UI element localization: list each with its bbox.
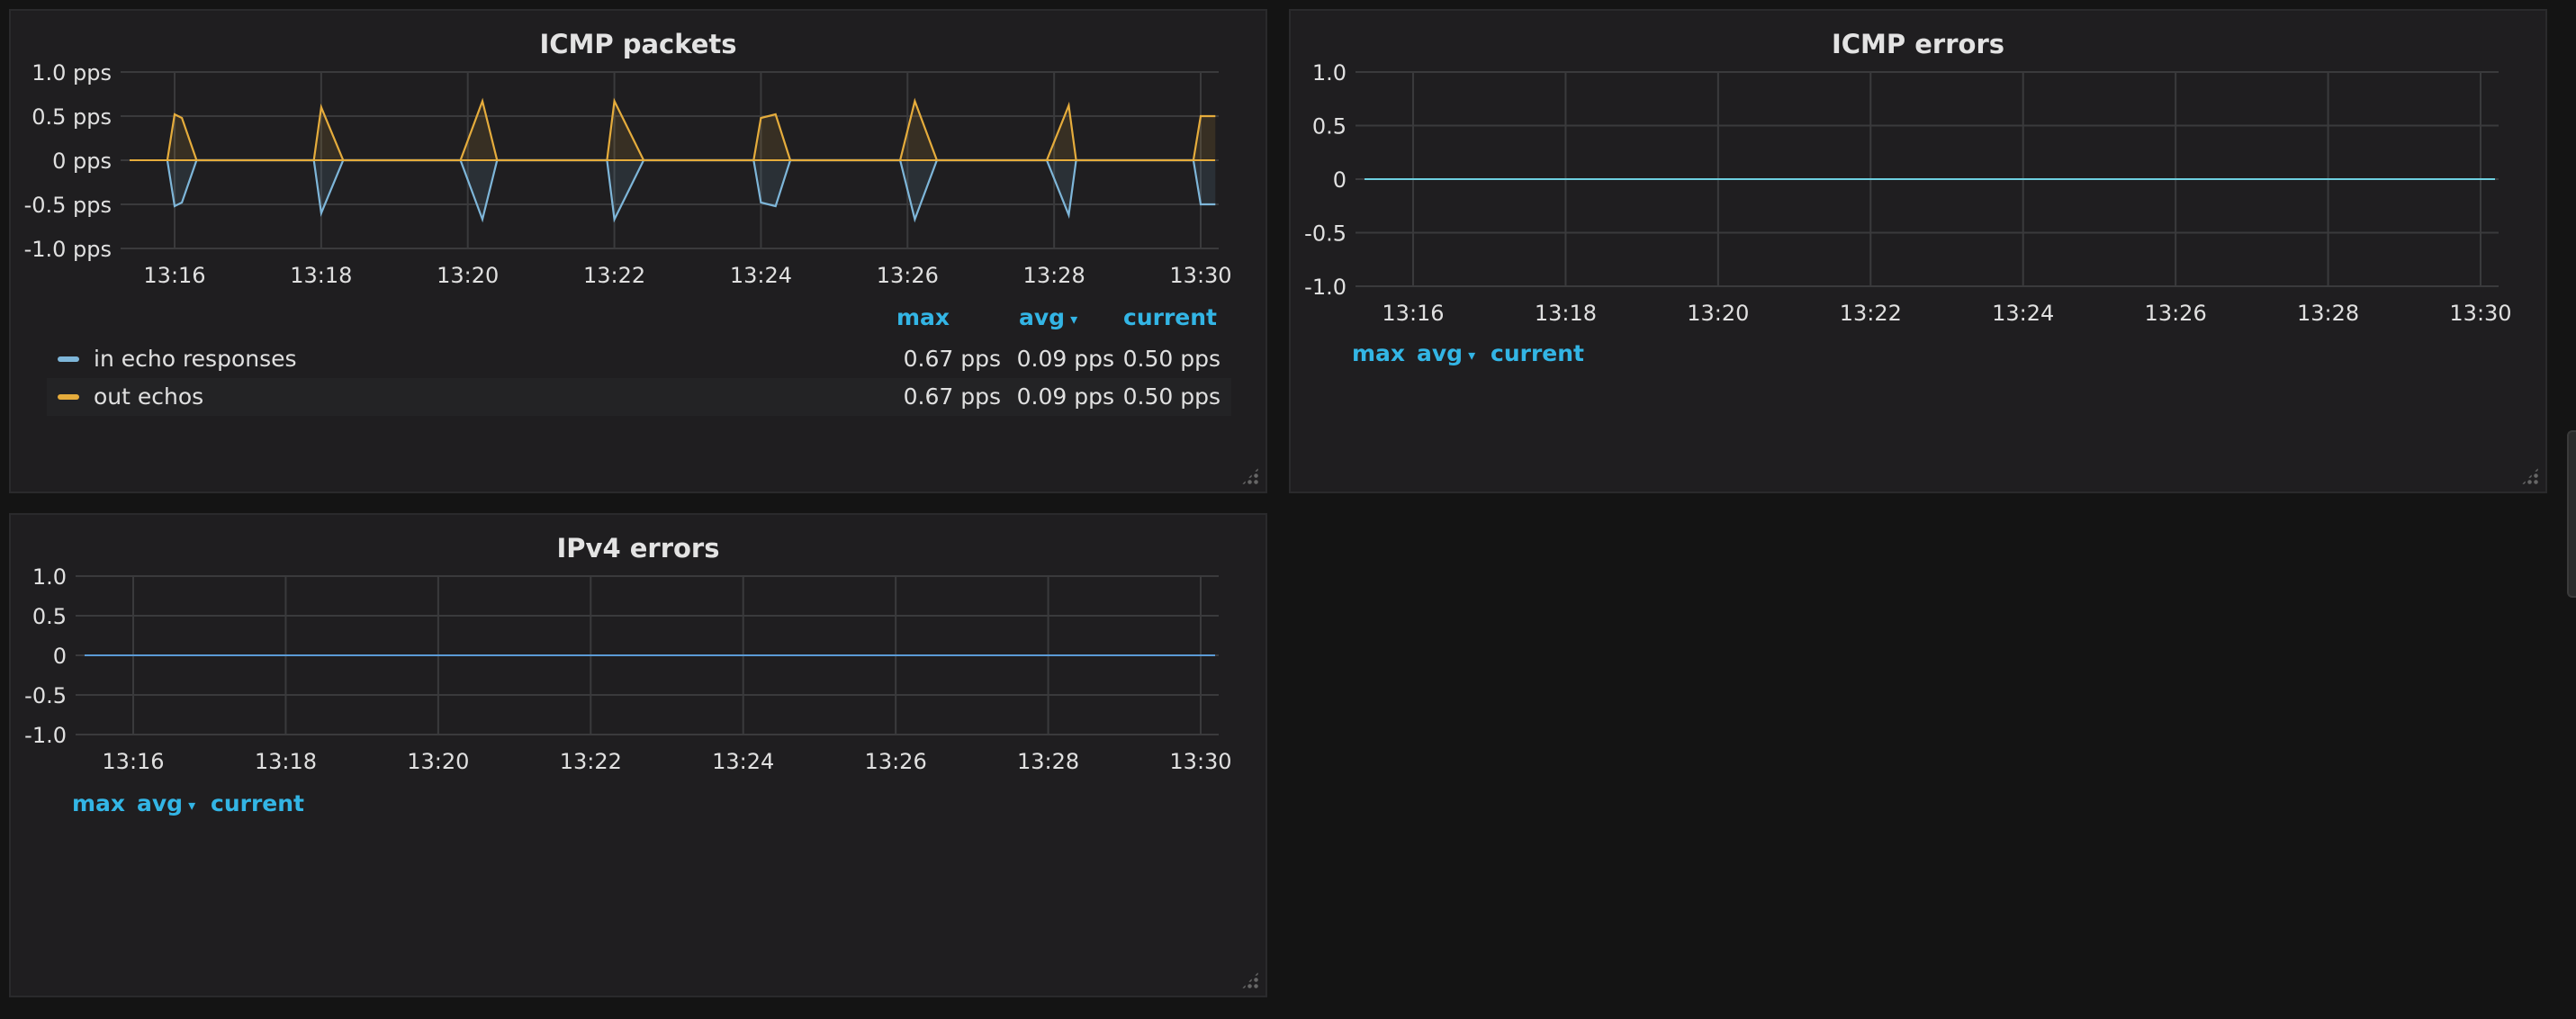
x-tick-label: 13:22 [1840,301,1902,326]
x-tick-label: 13:28 [1023,263,1085,288]
y-tick-label: 0 [53,644,67,669]
icmp-errors-chart: 1.0 0.5 0 -0.5 -1.0 13:16 13:18 13:20 13:22 13:24… [1304,60,2511,326]
x-tick-label: 13:28 [1017,749,1079,774]
y-tick-label: -0.5 [1304,221,1347,247]
series-color-swatch[interactable] [58,356,79,362]
x-tick-label: 13:30 [2449,301,2511,326]
legend-row[interactable]: in echo responses 0.67 pps 0.09 pps 0.50… [47,340,1231,378]
legend-header-avg[interactable]: avg ▾ [1019,304,1077,330]
scrollbar-handle[interactable] [2567,430,2576,598]
legend-value-avg: 0.09 pps [1016,383,1114,410]
panel-icmp-packets[interactable]: ICMP packets 1.0 pps 0.5 pps 0 pps -0.5 pps… [9,9,1267,493]
y-tick-label: 1.0 [1312,60,1347,86]
x-tick-label: 13:30 [1169,263,1231,288]
x-tick-label: 13:16 [102,749,164,774]
panel-icmp-errors[interactable]: ICMP errors 1.0 0.5 0 -0.5 -1.0 13:16 13:18 13:… [1289,9,2547,493]
sort-caret-icon: ▾ [1070,310,1078,328]
legend-header-avg[interactable]: avg ▾ [137,790,195,816]
legend-value-max: 0.67 pps [903,383,1001,410]
x-tick-label: 13:16 [1382,301,1444,326]
sort-caret-icon: ▾ [188,796,196,814]
legend-row[interactable]: out echos 0.67 pps 0.09 pps 0.50 pps [47,378,1231,416]
x-tick-label: 13:16 [143,263,205,288]
panel-ipv4-errors[interactable]: IPv4 errors 1.0 0.5 0 -0.5 -1.0 13:16 13:18 13:… [9,513,1267,997]
y-tick-label: 1.0 pps [32,60,112,86]
legend-header-max[interactable]: max [72,790,125,816]
x-tick-label: 13:18 [290,263,352,288]
legend-header-avg-label: avg [137,790,184,816]
x-tick-label: 13:28 [2297,301,2359,326]
legend-header-max[interactable]: max [896,304,950,330]
series-name[interactable]: in echo responses [94,346,297,372]
icmp-packets-chart: 1.0 pps 0.5 pps 0 pps -0.5 pps -1.0 pps 13:16… [24,60,1232,288]
panel-resize-handle[interactable] [1240,970,1260,990]
y-tick-label: 1.0 [32,564,67,590]
sort-caret-icon: ▾ [1468,346,1476,364]
legend-header-current[interactable]: current [1123,304,1217,330]
series-name[interactable]: out echos [94,383,203,410]
legend-value-avg: 0.09 pps [1016,346,1114,372]
legend-header-current[interactable]: current [211,790,304,816]
y-tick-label: -0.5 pps [24,193,112,218]
y-tick-label: -1.0 [24,723,67,748]
panel-resize-handle[interactable] [1240,466,1260,486]
legend-header-avg-label: avg [1019,304,1066,330]
x-tick-label: 13:24 [1992,301,2054,326]
ipv4-errors-chart: 1.0 0.5 0 -0.5 -1.0 13:16 13:18 13:20 13:22 13:24… [24,564,1231,774]
y-tick-label: -1.0 pps [24,237,112,262]
y-tick-label: 0.5 [1312,114,1347,140]
y-tick-label: -1.0 [1304,275,1347,300]
x-tick-label: 13:22 [560,749,622,774]
legend-header-avg-label: avg [1417,340,1464,366]
legend-value-current: 0.50 pps [1122,383,1220,410]
series-color-swatch[interactable] [58,394,79,400]
y-tick-label: -0.5 [24,683,67,708]
y-tick-label: 0.5 [32,604,67,629]
x-tick-label: 13:18 [255,749,317,774]
x-tick-label: 13:20 [407,749,469,774]
x-tick-label: 13:26 [877,263,939,288]
x-tick-label: 13:20 [1687,301,1749,326]
x-tick-label: 13:26 [865,749,927,774]
y-tick-label: 0.5 pps [32,104,112,130]
x-tick-label: 13:24 [730,263,792,288]
legend-value-max: 0.67 pps [903,346,1001,372]
legend-header-avg[interactable]: avg ▾ [1417,340,1475,366]
panel-resize-handle[interactable] [2520,466,2540,486]
legend-header-current[interactable]: current [1491,340,1584,366]
legend-value-current: 0.50 pps [1122,346,1220,372]
legend-header-max[interactable]: max [1352,340,1405,366]
x-tick-label: 13:18 [1535,301,1597,326]
x-tick-label: 13:20 [437,263,499,288]
x-tick-label: 13:26 [2145,301,2207,326]
y-tick-label: 0 [1333,167,1347,193]
x-tick-label: 13:30 [1169,749,1231,774]
x-tick-label: 13:24 [712,749,774,774]
y-tick-label: 0 pps [52,149,112,174]
x-tick-label: 13:22 [583,263,645,288]
